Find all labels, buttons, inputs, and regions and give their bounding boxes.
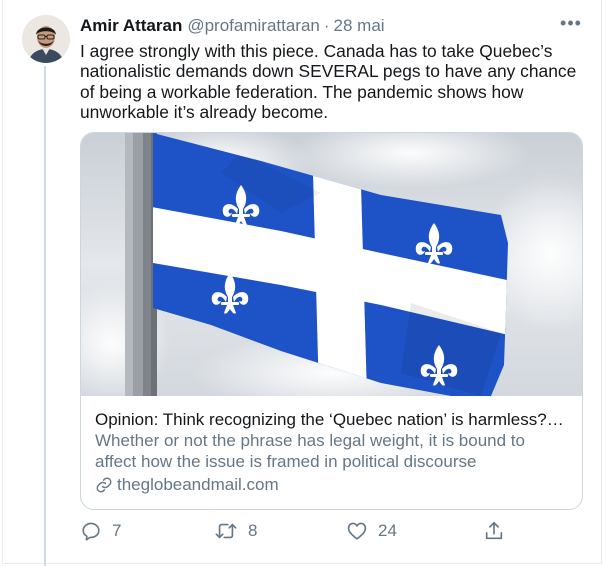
- author-handle[interactable]: @profamirattaran: [187, 16, 320, 36]
- tweet-text: I agree strongly with this piece. Canada…: [80, 41, 577, 123]
- more-icon[interactable]: •••: [558, 12, 584, 38]
- card-image[interactable]: [81, 133, 582, 396]
- like-count: 24: [378, 521, 397, 540]
- link-icon: [96, 477, 112, 493]
- retweet-icon: [215, 523, 237, 539]
- card-domain: theglobeandmail.com: [95, 474, 568, 496]
- card-title[interactable]: Opinion: Think recognizing the ‘Quebec n…: [95, 409, 567, 430]
- author-name[interactable]: Amir Attaran: [80, 16, 182, 36]
- like-icon: [347, 522, 367, 540]
- card-domain-text: theglobeandmail.com: [117, 475, 279, 494]
- header-separator: ·: [323, 16, 330, 35]
- thread-line: [44, 66, 46, 566]
- share-icon: [485, 521, 503, 540]
- reply-count: 7: [112, 521, 122, 540]
- tweet-header: Amir Attaran @profamirattaran · 28 mai: [80, 14, 578, 38]
- like-button[interactable]: 24: [346, 520, 397, 542]
- share-button[interactable]: [483, 520, 505, 542]
- tweet-timestamp[interactable]: 28 mai: [334, 16, 385, 36]
- retweet-button[interactable]: 8: [214, 520, 257, 542]
- avatar[interactable]: [22, 15, 70, 63]
- card-description: Whether or not the phrase has legal weig…: [95, 431, 525, 471]
- retweet-count: 8: [248, 521, 258, 540]
- card-body: Opinion: Think recognizing the ‘Quebec n…: [95, 409, 568, 496]
- link-card[interactable]: Opinion: Think recognizing the ‘Quebec n…: [80, 132, 583, 510]
- reply-icon: [82, 522, 100, 541]
- reply-button[interactable]: 7: [80, 520, 121, 542]
- tweet-actions: 7 8 24: [80, 520, 510, 550]
